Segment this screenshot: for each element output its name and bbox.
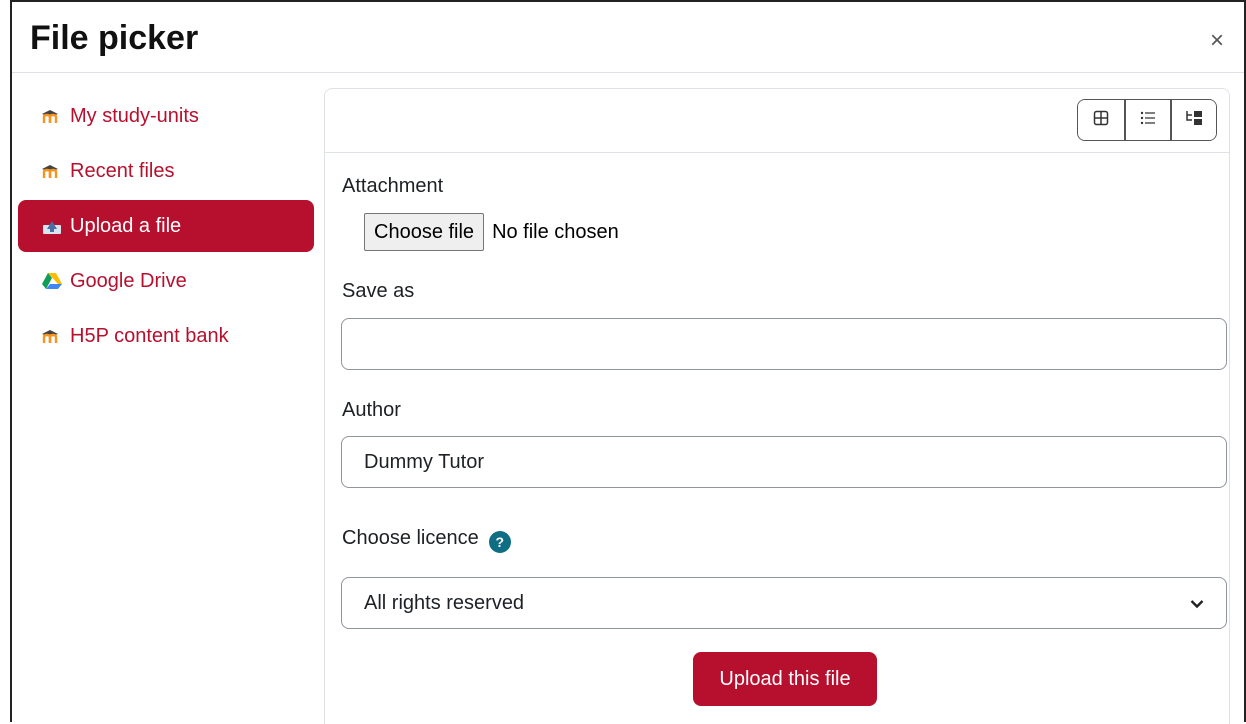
save-as-label: Save as	[342, 280, 415, 302]
file-status-text: No file chosen	[492, 220, 619, 243]
file-picker-dialog: File picker × My study-units Recent file…	[10, 0, 1246, 724]
list-view-icon	[1140, 111, 1156, 130]
licence-label: Choose licence	[342, 527, 479, 549]
repository-sidebar: My study-units Recent files Upload a fil…	[18, 90, 314, 365]
moodle-icon	[40, 327, 64, 345]
sidebar-item-label: Recent files	[70, 159, 175, 182]
choose-file-button[interactable]: Choose file	[364, 213, 485, 251]
help-icon[interactable]: ?	[488, 531, 511, 553]
tree-view-button[interactable]	[1170, 100, 1216, 140]
list-view-button[interactable]	[1124, 100, 1170, 140]
google-drive-icon	[40, 272, 64, 290]
author-input[interactable]	[341, 436, 1227, 488]
file-input-row: Choose file No file chosen	[364, 213, 619, 251]
upload-panel: Attachment Choose file No file chosen Sa…	[324, 88, 1230, 724]
upload-this-file-button[interactable]: Upload this file	[693, 652, 877, 706]
panel-toolbar	[325, 89, 1229, 153]
licence-label-row: Choose licence?	[342, 527, 511, 553]
chevron-down-icon	[1190, 592, 1204, 615]
attachment-label: Attachment	[342, 175, 444, 197]
sidebar-item-recent-files[interactable]: Recent files	[18, 145, 314, 197]
icons-view-button[interactable]	[1078, 100, 1124, 140]
sidebar-item-my-study-units[interactable]: My study-units	[18, 90, 314, 142]
sidebar-item-label: Upload a file	[70, 214, 182, 237]
sidebar-item-label: H5P content bank	[70, 324, 229, 347]
author-label: Author	[342, 399, 401, 421]
close-button[interactable]: ×	[1206, 29, 1228, 53]
tree-view-icon	[1185, 110, 1203, 131]
sidebar-item-label: My study-units	[70, 104, 199, 127]
upload-icon	[40, 217, 64, 235]
sidebar-item-google-drive[interactable]: Google Drive	[18, 255, 314, 307]
sidebar-item-h5p-content-bank[interactable]: H5P content bank	[18, 310, 314, 362]
sidebar-item-label: Google Drive	[70, 269, 187, 292]
moodle-icon	[40, 107, 64, 125]
dialog-header: File picker ×	[12, 2, 1244, 73]
dialog-title: File picker	[30, 19, 199, 57]
licence-select[interactable]: All rights reserved	[341, 577, 1227, 629]
licence-selected-value: All rights reserved	[364, 591, 525, 614]
save-as-input[interactable]	[341, 318, 1227, 370]
moodle-icon	[40, 162, 64, 180]
sidebar-item-upload-a-file[interactable]: Upload a file	[18, 200, 314, 252]
icons-view-icon	[1093, 110, 1109, 131]
view-mode-group	[1077, 99, 1217, 141]
